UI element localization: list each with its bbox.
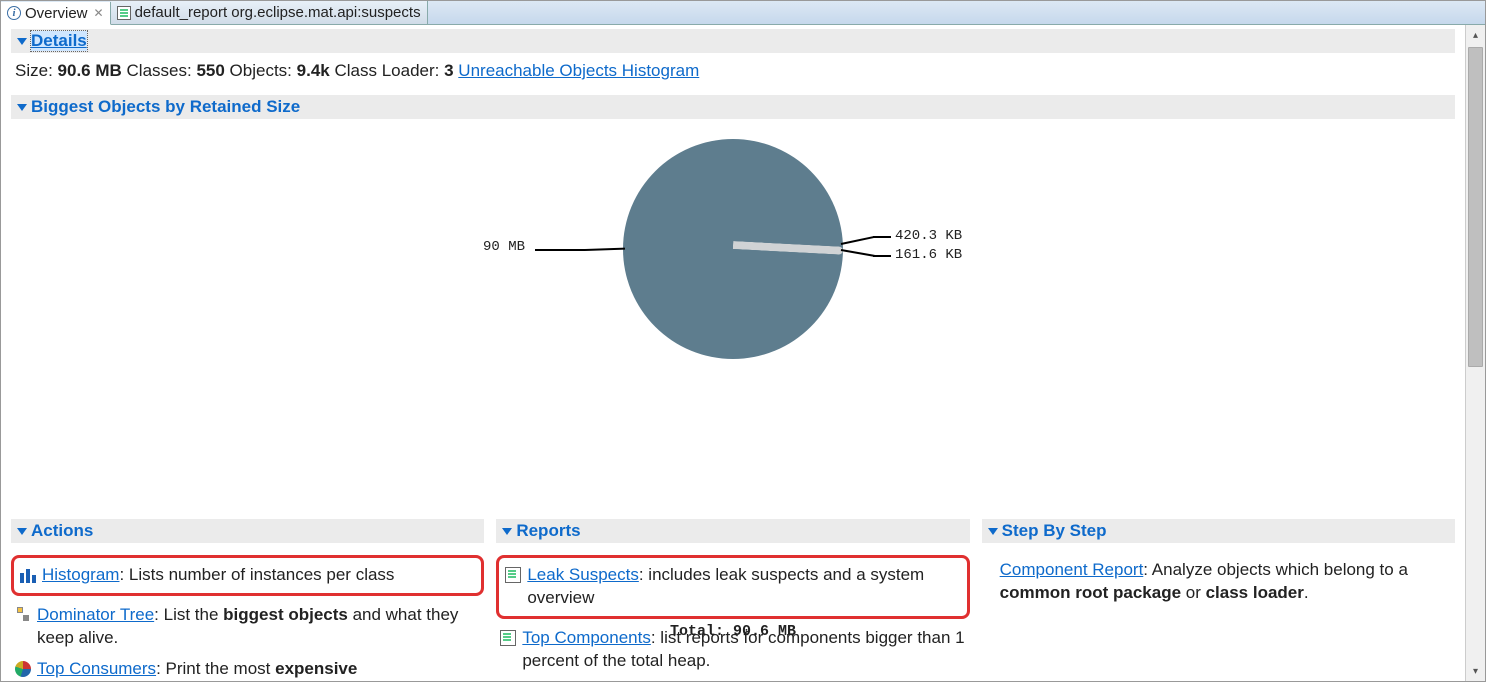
content-area: Details Size: 90.6 MB Classes: 550 Objec… <box>1 25 1465 681</box>
scroll-down-icon[interactable]: ▾ <box>1466 661 1485 681</box>
report-icon <box>505 567 521 583</box>
section-title: Biggest Objects by Retained Size <box>31 97 300 117</box>
chevron-down-icon <box>17 104 27 111</box>
pie-label-main: 90 MB <box>483 239 525 255</box>
tab-overview[interactable]: i Overview ✕ <box>1 2 111 25</box>
chevron-down-icon <box>17 38 27 45</box>
pie-icon <box>15 661 31 677</box>
tab-default-report[interactable]: default_report org.eclipse.mat.api:suspe… <box>111 1 428 24</box>
scroll-up-icon[interactable]: ▴ <box>1466 25 1485 45</box>
action-top-consumers[interactable]: Top Consumers: Print the most expensive <box>11 654 484 681</box>
pie-total: Total: 90.6 MB <box>670 623 796 640</box>
info-icon: i <box>7 6 21 20</box>
details-line: Size: 90.6 MB Classes: 550 Objects: 9.4k… <box>11 53 1455 95</box>
section-biggest-header[interactable]: Biggest Objects by Retained Size <box>11 95 1455 119</box>
tree-icon <box>15 607 31 623</box>
section-title: Details <box>31 31 87 51</box>
report-icon <box>500 630 516 646</box>
tab-label: Overview <box>25 5 88 22</box>
pie-label-2: 161.6 KB <box>895 247 962 263</box>
pie-chart: 90 MB 420.3 KB 161.6 KB Total: 90.6 MB <box>11 119 1455 479</box>
scrollbar[interactable]: ▴ ▾ <box>1465 25 1485 681</box>
unreachable-objects-link[interactable]: Unreachable Objects Histogram <box>458 61 699 80</box>
scroll-thumb[interactable] <box>1468 47 1483 367</box>
section-details-header[interactable]: Details <box>11 29 1455 53</box>
pie-label-1: 420.3 KB <box>895 228 962 244</box>
tab-bar: i Overview ✕ default_report org.eclipse.… <box>1 1 1485 25</box>
close-icon[interactable]: ✕ <box>94 6 104 20</box>
report-icon <box>117 6 131 20</box>
tab-label: default_report org.eclipse.mat.api:suspe… <box>135 4 421 21</box>
